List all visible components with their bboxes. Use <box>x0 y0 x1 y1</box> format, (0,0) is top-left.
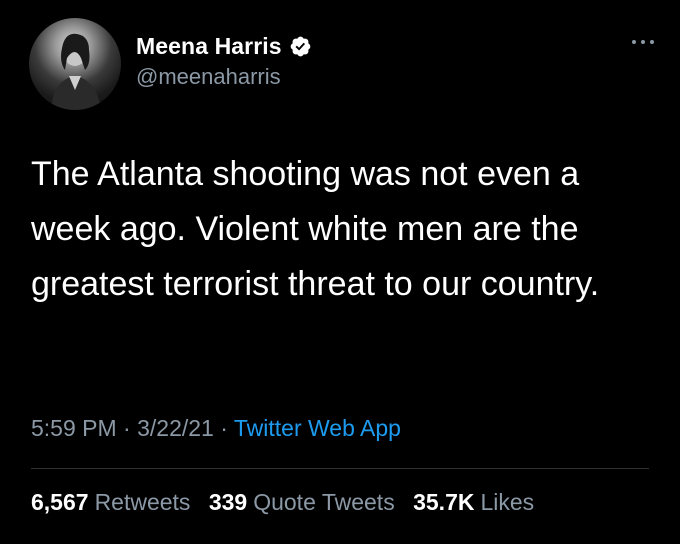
meta-separator: · <box>123 415 138 441</box>
retweets-stat[interactable]: 6,567 Retweets <box>31 489 190 516</box>
verified-badge-icon <box>289 35 312 58</box>
author-name-row: Meena Harris <box>136 33 312 60</box>
quote-tweets-count: 339 <box>208 489 248 515</box>
retweets-label: Retweets <box>94 489 191 515</box>
author-display-name[interactable]: Meena Harris <box>136 33 282 60</box>
author-handle[interactable]: @meenaharris <box>136 64 281 90</box>
avatar-photo-icon <box>51 33 101 110</box>
likes-stat[interactable]: 35.7K Likes <box>413 489 534 516</box>
avatar[interactable] <box>29 18 121 110</box>
quote-tweets-label: Quote Tweets <box>253 489 395 515</box>
likes-label: Likes <box>480 489 535 515</box>
tweet-source-link[interactable]: Twitter Web App <box>234 415 401 441</box>
likes-count: 35.7K <box>413 489 475 515</box>
more-dots-icon[interactable] <box>628 34 658 50</box>
divider <box>31 468 649 469</box>
meta-separator: · <box>220 415 234 441</box>
quote-tweets-stat[interactable]: 339 Quote Tweets <box>209 489 395 516</box>
tweet-stats: 6,567 Retweets 339 Quote Tweets 35.7K Likes <box>31 489 546 516</box>
tweet-text: The Atlanta shooting was not even a week… <box>31 155 600 303</box>
tweet-meta: 5:59 PM · 3/22/21 · Twitter Web App <box>31 415 401 442</box>
retweets-count: 6,567 <box>31 489 89 515</box>
tweet-time[interactable]: 5:59 PM <box>31 415 117 441</box>
tweet-card: Meena Harris @meenaharris The Atlanta sh… <box>0 0 680 544</box>
tweet-date[interactable]: 3/22/21 <box>137 415 214 441</box>
